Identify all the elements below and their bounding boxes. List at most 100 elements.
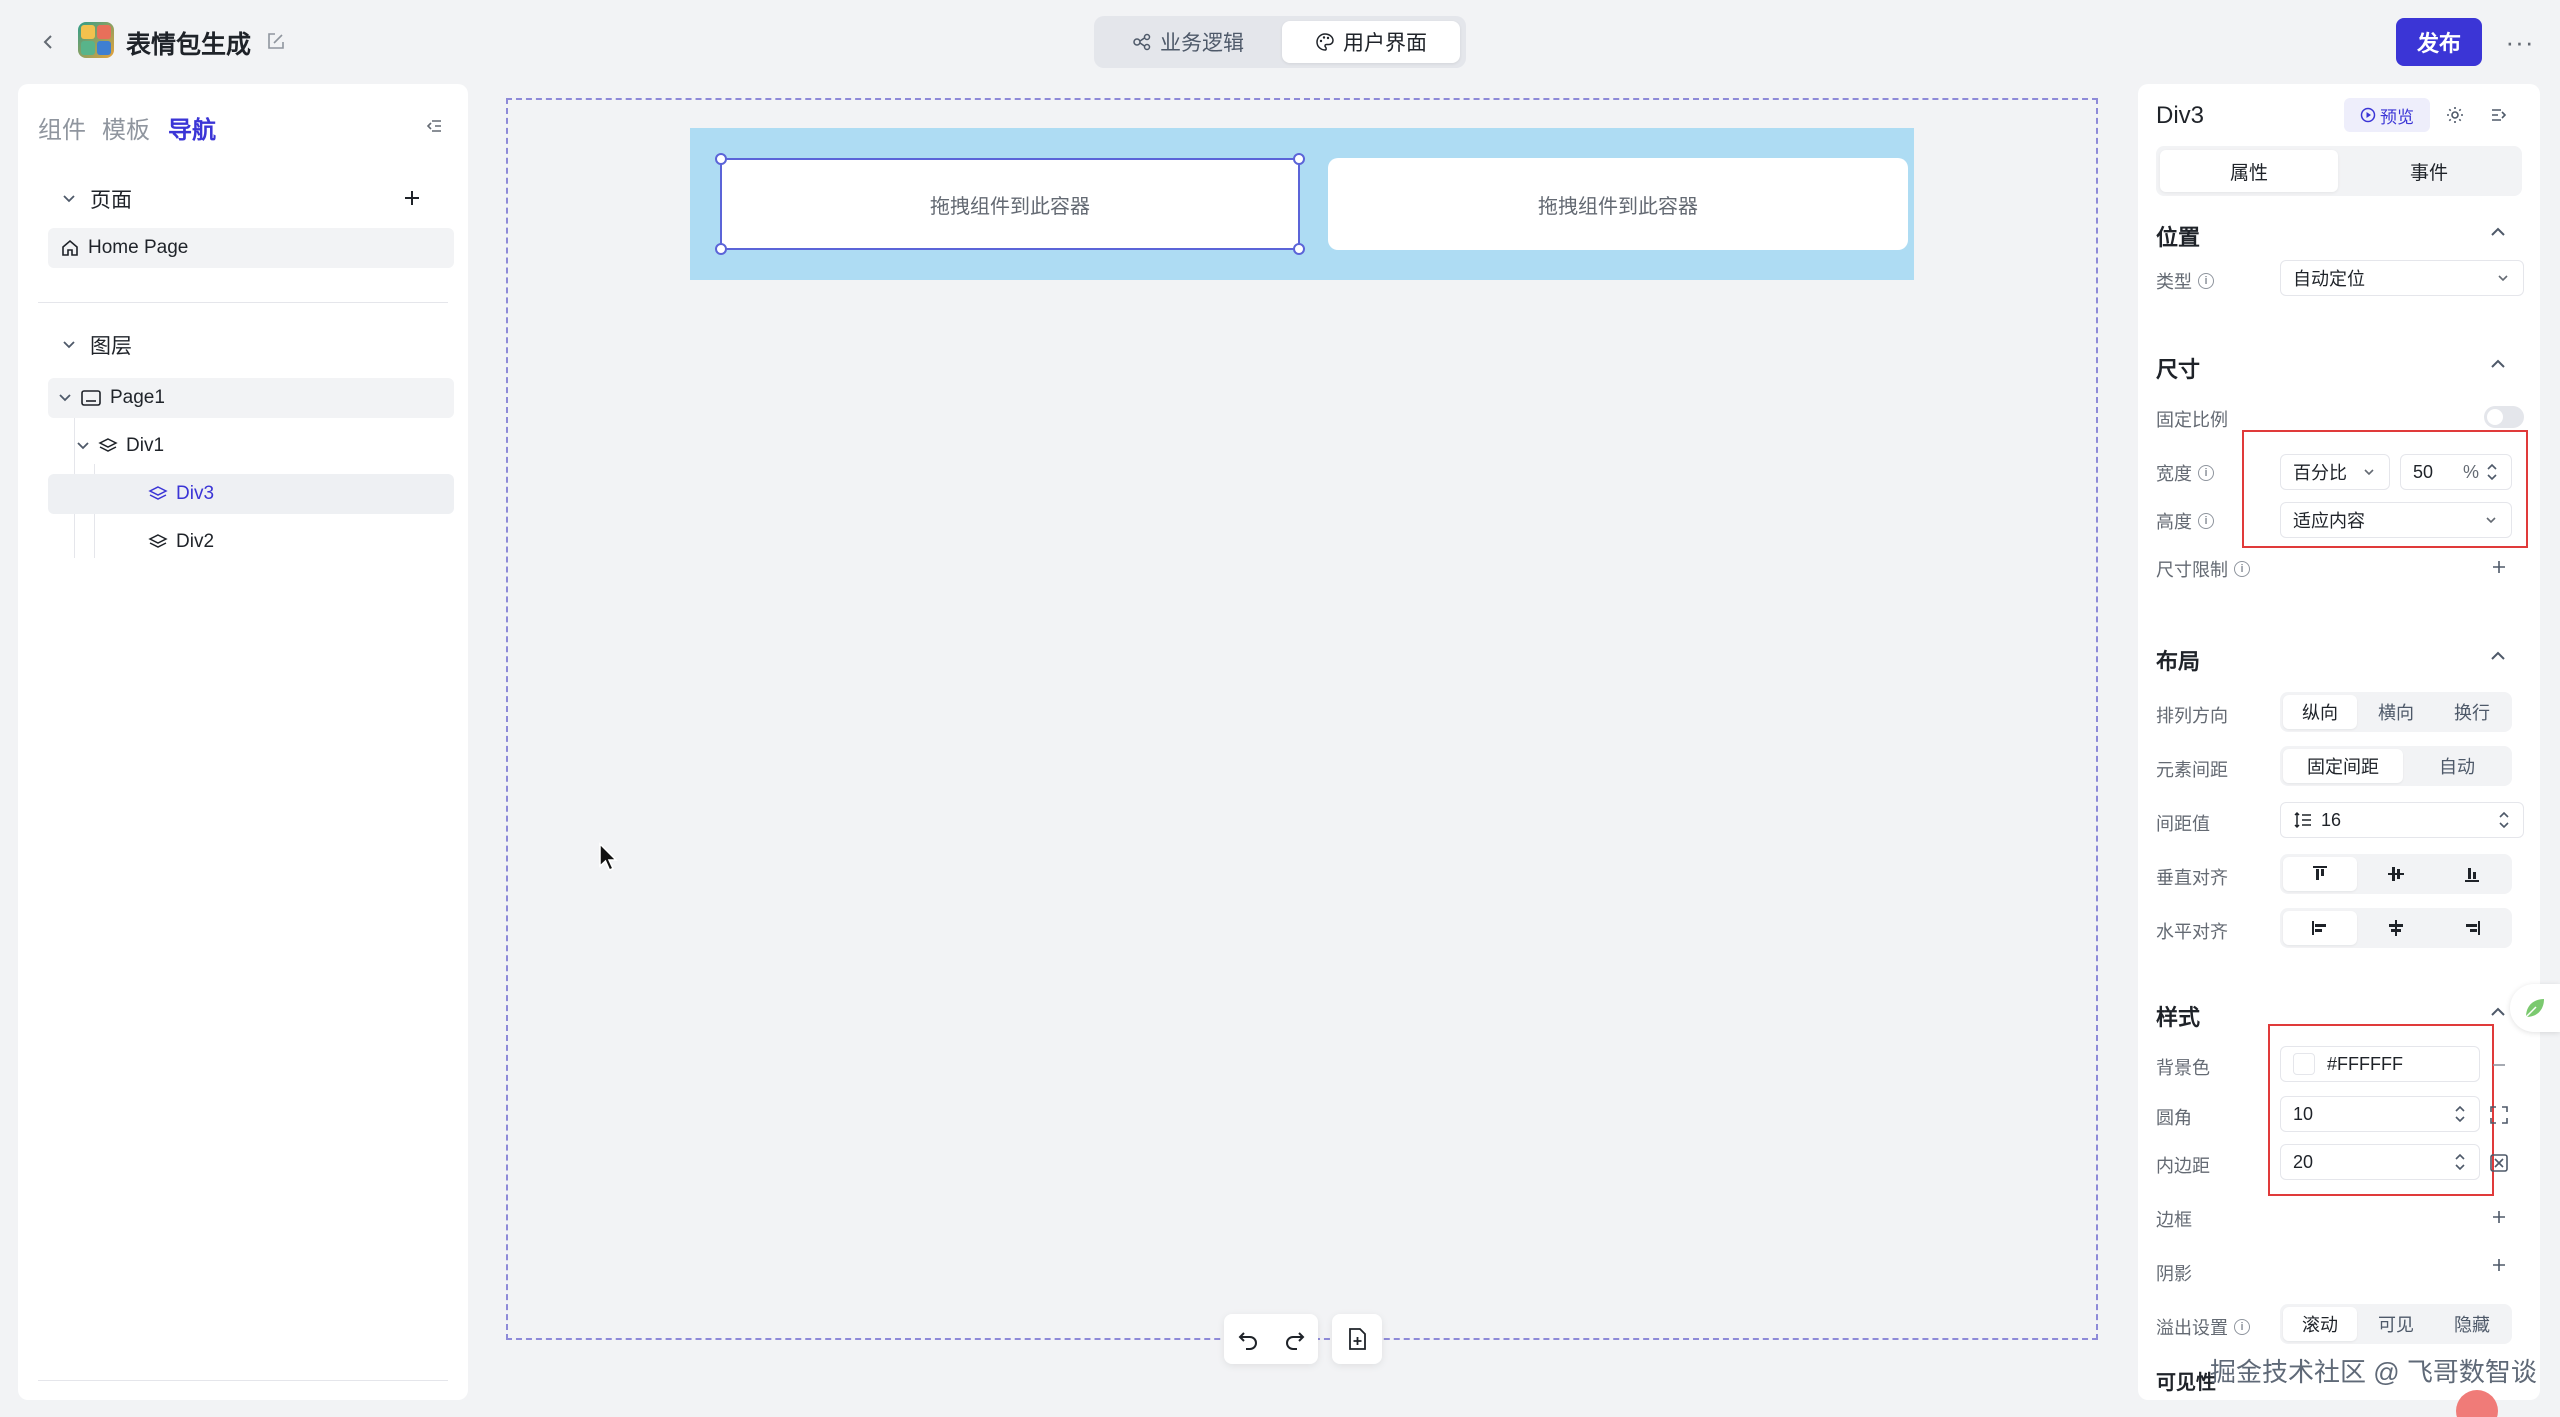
stepper-icon[interactable] [2453,1103,2467,1125]
chevron-down-icon [2498,275,2508,282]
add-page-button[interactable] [398,184,426,212]
div1-container[interactable]: 拖拽组件到此容器 拖拽组件到此容器 [690,128,1914,280]
info-icon[interactable]: i [2198,273,2214,289]
align-bottom-icon[interactable] [2435,857,2509,891]
watermark: 掘金技术社区 @ 飞哥数智谈 [2210,1357,2537,1387]
lock-ratio-toggle[interactable] [2484,406,2524,428]
undo-icon[interactable] [1236,1327,1260,1351]
info-icon[interactable]: i [2198,465,2214,481]
app-title: 表情包生成 [126,31,252,59]
tab-business-logic[interactable]: 业务逻辑 [1100,21,1276,63]
canvas-page[interactable] [506,98,2098,1340]
align-right-icon[interactable] [2435,911,2509,945]
layer-item-div2[interactable]: Div2 [68,522,448,562]
tab-properties[interactable]: 属性 [2160,150,2338,192]
page-item-home[interactable]: Home Page [48,228,454,268]
select-value: 自动定位 [2293,269,2365,289]
tab-components[interactable]: 组件 [38,110,86,145]
leaf-icon [2525,999,2544,1018]
align-left-icon[interactable] [2283,911,2357,945]
chevron-up-icon[interactable] [2486,352,2510,376]
back-button[interactable] [32,24,64,60]
layers-section-header[interactable]: 图层 [58,330,132,360]
line-spacing-icon [2294,811,2311,829]
section-title-size: 尺寸 [2156,357,2201,382]
div2-container[interactable]: 拖拽组件到此容器 [1328,158,1908,250]
pages-section-header[interactable]: 页面 [58,184,132,214]
resize-handle[interactable] [715,153,727,165]
resize-handle[interactable] [1293,243,1305,255]
layers-icon [148,486,168,500]
edit-icon [268,33,284,49]
overflow-label: 溢出设置 i [2156,1314,2250,1340]
gear-icon[interactable] [2442,102,2468,128]
unit-label: % [2462,461,2479,482]
stepper-icon[interactable] [2485,461,2499,483]
tab-user-interface[interactable]: 用户界面 [1282,21,1460,63]
divider [38,302,448,303]
overflow-visible[interactable]: 可见 [2359,1307,2433,1341]
radius-label: 圆角 [2156,1108,2192,1128]
mode-switch: 业务逻辑 用户界面 [1094,16,1466,68]
width-unit-select[interactable]: 百分比 [2280,454,2390,490]
resize-handle[interactable] [1293,153,1305,165]
resize-handle[interactable] [715,243,727,255]
edit-title-button[interactable] [262,27,290,55]
padding-sides-icon[interactable] [2488,1152,2510,1174]
redo-icon[interactable] [1283,1327,1307,1351]
halign-segmented [2280,908,2512,948]
width-value-input[interactable]: 50 % [2400,454,2512,490]
overflow-scroll[interactable]: 滚动 [2283,1307,2357,1341]
align-middle-icon[interactable] [2359,857,2433,891]
height-select[interactable]: 适应内容 [2280,502,2512,538]
assistant-leaf-button[interactable] [2510,984,2560,1032]
bg-color-input[interactable]: #FFFFFF [2280,1046,2480,1082]
div3-container-selected[interactable]: 拖拽组件到此容器 [715,153,1305,255]
padding-input[interactable]: 20 [2280,1144,2480,1180]
chevron-up-icon[interactable] [2486,220,2510,244]
tab-events[interactable]: 事件 [2340,150,2518,192]
gap-value-input[interactable]: 16 [2280,802,2524,838]
stepper-icon[interactable] [2453,1151,2467,1173]
more-icon[interactable]: ··· [2500,24,2540,60]
tab-navigation[interactable]: 导航 [168,110,216,145]
preview-button[interactable]: 预览 [2344,98,2430,132]
plus-icon[interactable] [2488,1206,2510,1228]
stepper-icon[interactable] [2497,809,2511,831]
align-center-icon[interactable] [2359,911,2433,945]
tab-templates[interactable]: 模板 [102,110,150,145]
radius-input[interactable]: 10 [2280,1096,2480,1132]
overflow-hidden[interactable]: 隐藏 [2435,1307,2509,1341]
color-swatch[interactable] [2293,1053,2315,1075]
add-file-button[interactable] [1332,1314,1382,1364]
layer-item-div1[interactable]: Div1 [68,426,448,466]
spacing-fixed[interactable]: 固定间距 [2283,749,2403,783]
align-top-icon[interactable] [2283,857,2357,891]
chevron-down-icon [2486,517,2496,524]
collapse-panel-icon[interactable] [420,112,448,140]
label-text: 尺寸限制 [2156,560,2228,580]
chevron-down-icon [63,195,75,203]
plus-icon[interactable] [2488,1254,2510,1276]
chevron-up-icon[interactable] [2486,1000,2510,1024]
label-text: 类型 [2156,272,2192,292]
plus-icon[interactable] [2488,556,2510,578]
direction-horizontal[interactable]: 横向 [2359,695,2433,729]
info-icon[interactable]: i [2234,1319,2250,1335]
position-type-select[interactable]: 自动定位 [2280,260,2524,296]
chevron-down-icon [59,394,71,402]
corner-radius-icon[interactable] [2488,1104,2510,1126]
info-icon[interactable]: i [2198,513,2214,529]
direction-wrap[interactable]: 换行 [2435,695,2509,729]
chevron-up-icon[interactable] [2486,644,2510,668]
direction-vertical[interactable]: 纵向 [2283,695,2357,729]
layer-item-div3[interactable]: Div3 [48,474,454,514]
page-icon [81,390,101,406]
layer-item-page1[interactable]: Page1 [48,378,454,418]
collapse-panel-icon[interactable] [2486,102,2512,128]
publish-button[interactable]: 发布 [2396,18,2482,66]
play-circle-icon [2360,107,2376,123]
spacing-auto[interactable]: 自动 [2405,749,2509,783]
info-icon[interactable]: i [2234,561,2250,577]
minus-icon[interactable] [2488,1054,2510,1076]
